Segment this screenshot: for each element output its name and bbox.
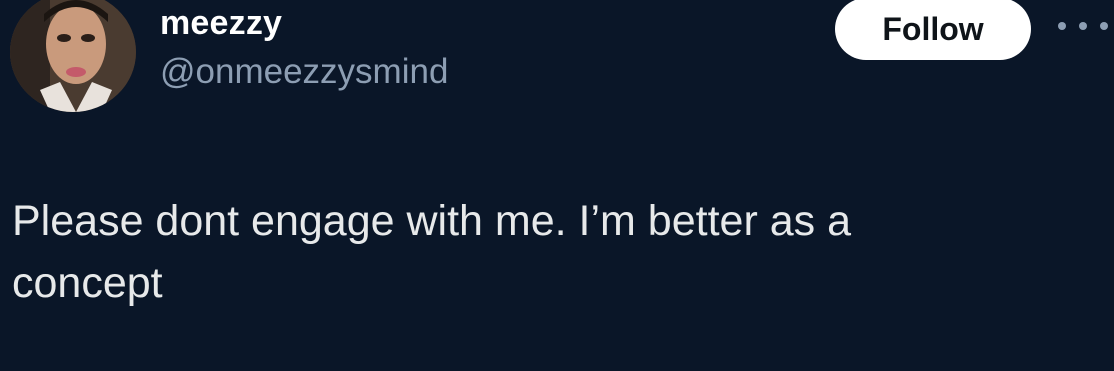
display-name[interactable]: meezzy — [160, 4, 282, 43]
user-handle[interactable]: @onmeezzysmind — [160, 52, 448, 92]
tweet-text: Please dont engage with me. I’m better a… — [12, 197, 851, 307]
tweet-card: meezzy @onmeezzysmind Follow Please dont… — [0, 0, 1114, 371]
avatar-image — [10, 0, 136, 112]
avatar[interactable] — [10, 0, 136, 112]
more-dot — [1100, 22, 1108, 30]
more-dot — [1079, 22, 1087, 30]
more-options-icon[interactable] — [1058, 14, 1108, 38]
more-dot — [1058, 22, 1066, 30]
follow-button[interactable]: Follow — [835, 0, 1031, 60]
